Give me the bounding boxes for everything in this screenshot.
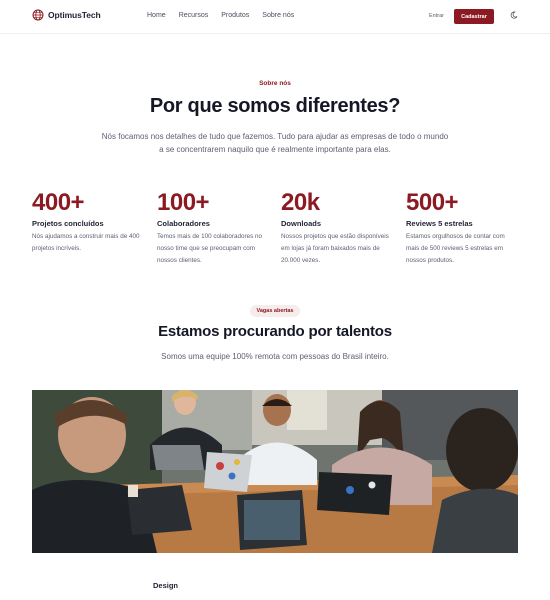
nav-link-recursos[interactable]: Recursos xyxy=(179,12,209,19)
stat-value: 400+ xyxy=(32,189,85,216)
stat-label: Reviews 5 estrelas xyxy=(406,219,473,228)
about-lead: Nós focamos nos detalhes de tudo que faz… xyxy=(101,132,449,154)
brand-logo[interactable]: OptimusTech xyxy=(32,9,101,21)
moon-icon[interactable] xyxy=(510,11,518,19)
brand-name: OptimusTech xyxy=(48,10,101,20)
stat-description: Nós ajudamos a construir mais de 400 pro… xyxy=(32,233,140,252)
login-link[interactable]: Entrar xyxy=(429,13,444,19)
stat-description: Estamos orgulhosos de contar com mais de… xyxy=(406,233,505,264)
careers-title: Estamos procurando por talentos xyxy=(158,323,392,340)
department-heading: Design xyxy=(153,581,179,590)
stat-projects: 400+ Projetos concluídos Nós ajudamos a … xyxy=(32,190,144,255)
about-eyebrow: Sobre nós xyxy=(259,80,291,87)
stat-value: 500+ xyxy=(406,189,459,216)
stat-label: Downloads xyxy=(281,219,322,228)
stat-description: Temos mais de 100 colaboradores no nosso… xyxy=(157,233,263,264)
signup-button[interactable]: Cadastrar xyxy=(454,9,494,24)
careers-badge: Vagas abertas xyxy=(250,305,300,317)
careers-subtitle: Somos uma equipe 100% remota com pessoas… xyxy=(161,352,389,361)
about-title: Por que somos diferentes? xyxy=(149,95,401,117)
nav-link-produtos[interactable]: Produtos xyxy=(221,12,249,19)
site-header: OptimusTech Home Recursos Produtos Sobre… xyxy=(0,0,550,34)
team-photo xyxy=(32,390,518,553)
stat-label: Colaboradores xyxy=(157,219,210,228)
stat-label: Projetos concluídos xyxy=(32,219,104,228)
nav-link-sobre-nos[interactable]: Sobre nós xyxy=(262,12,294,19)
stat-value: 100+ xyxy=(157,189,210,216)
stat-downloads: 20k Downloads Nossos projetos que estão … xyxy=(281,190,393,267)
main-nav: Home Recursos Produtos Sobre nós xyxy=(147,12,294,19)
stat-description: Nossos projetos que estão disponíveis em… xyxy=(281,233,389,264)
stat-value: 20k xyxy=(281,189,320,216)
globe-icon xyxy=(32,9,44,21)
nav-link-home[interactable]: Home xyxy=(147,12,166,19)
stat-reviews: 500+ Reviews 5 estrelas Estamos orgulhos… xyxy=(406,190,518,267)
stat-collaborators: 100+ Colaboradores Temos mais de 100 col… xyxy=(157,190,269,267)
